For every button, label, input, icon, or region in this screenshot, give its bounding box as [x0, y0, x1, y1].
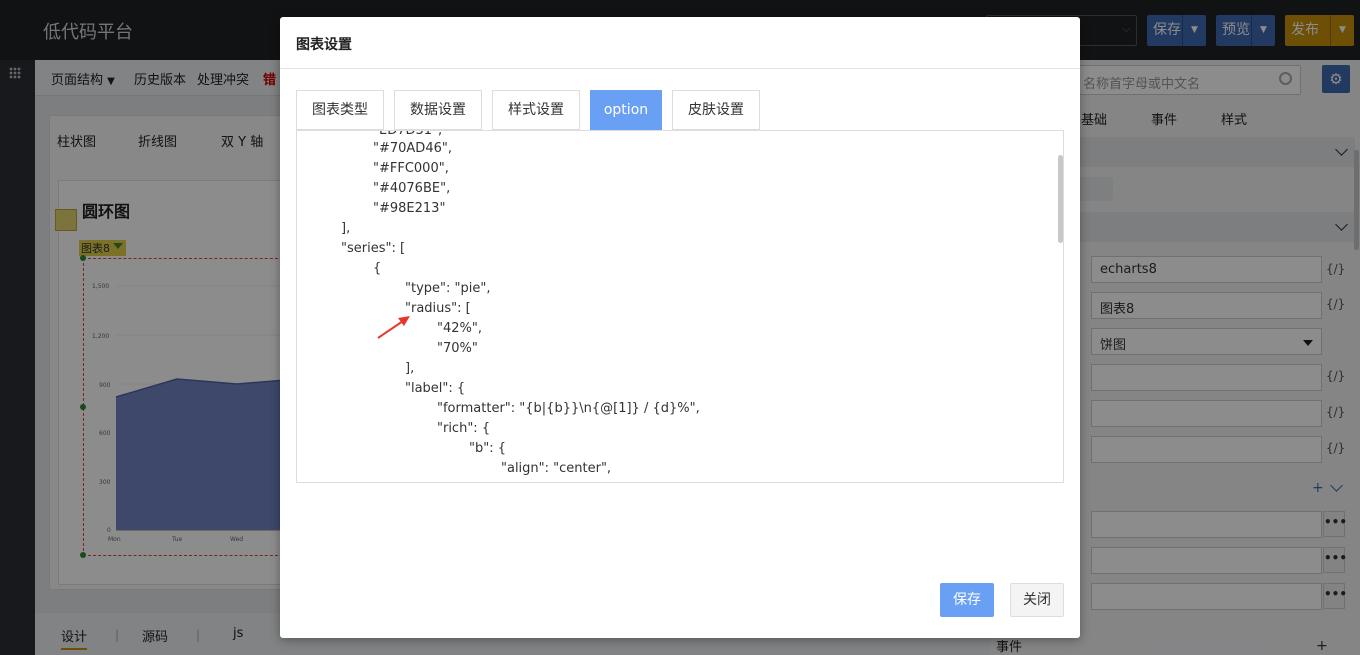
annotation-arrow-icon: [377, 316, 410, 339]
code-line: "42%",: [437, 321, 482, 336]
code-line: "b": {: [469, 441, 506, 456]
save-button[interactable]: 保存: [940, 583, 994, 617]
tab-chart-type[interactable]: 图表类型: [296, 90, 384, 130]
close-button[interactable]: 关闭: [1010, 583, 1064, 617]
code-line: "rich": {: [437, 421, 491, 436]
code-line: "#98E213": [373, 201, 446, 216]
code-line: "#4076BE",: [373, 181, 451, 196]
option-code-editor[interactable]: "ED7D31", "#70AD46", "#FFC000", "#4076BE…: [296, 130, 1064, 483]
code-line: "formatter": "{b|{b}}\n{@[1]} / {d}%",: [437, 401, 700, 416]
code-line: "ED7D31",: [373, 130, 443, 138]
chart-settings-dialog: 图表设置 图表类型 数据设置 样式设置 option 皮肤设置 "ED7D31"…: [280, 17, 1080, 638]
scrollbar[interactable]: [1058, 155, 1063, 243]
tab-style-settings[interactable]: 样式设置: [492, 90, 580, 130]
code-line: "#FFC000",: [373, 161, 449, 176]
code-line: "#70AD46",: [373, 141, 452, 156]
code-line: "type": "pie",: [405, 281, 491, 296]
tab-data-settings[interactable]: 数据设置: [394, 90, 482, 130]
code-line: {: [373, 261, 382, 276]
code-line: "label": {: [405, 381, 466, 396]
tab-option[interactable]: option: [590, 90, 662, 130]
modal-title: 图表设置: [296, 37, 352, 53]
code-line: "series": [: [341, 241, 406, 256]
modal-header: 图表设置: [280, 17, 1080, 69]
code-line: "70%": [437, 341, 478, 356]
code-line: "align": "center",: [501, 461, 612, 476]
code-line: ],: [341, 221, 351, 236]
code-line: ],: [405, 361, 415, 376]
tab-skin-settings[interactable]: 皮肤设置: [672, 90, 760, 130]
